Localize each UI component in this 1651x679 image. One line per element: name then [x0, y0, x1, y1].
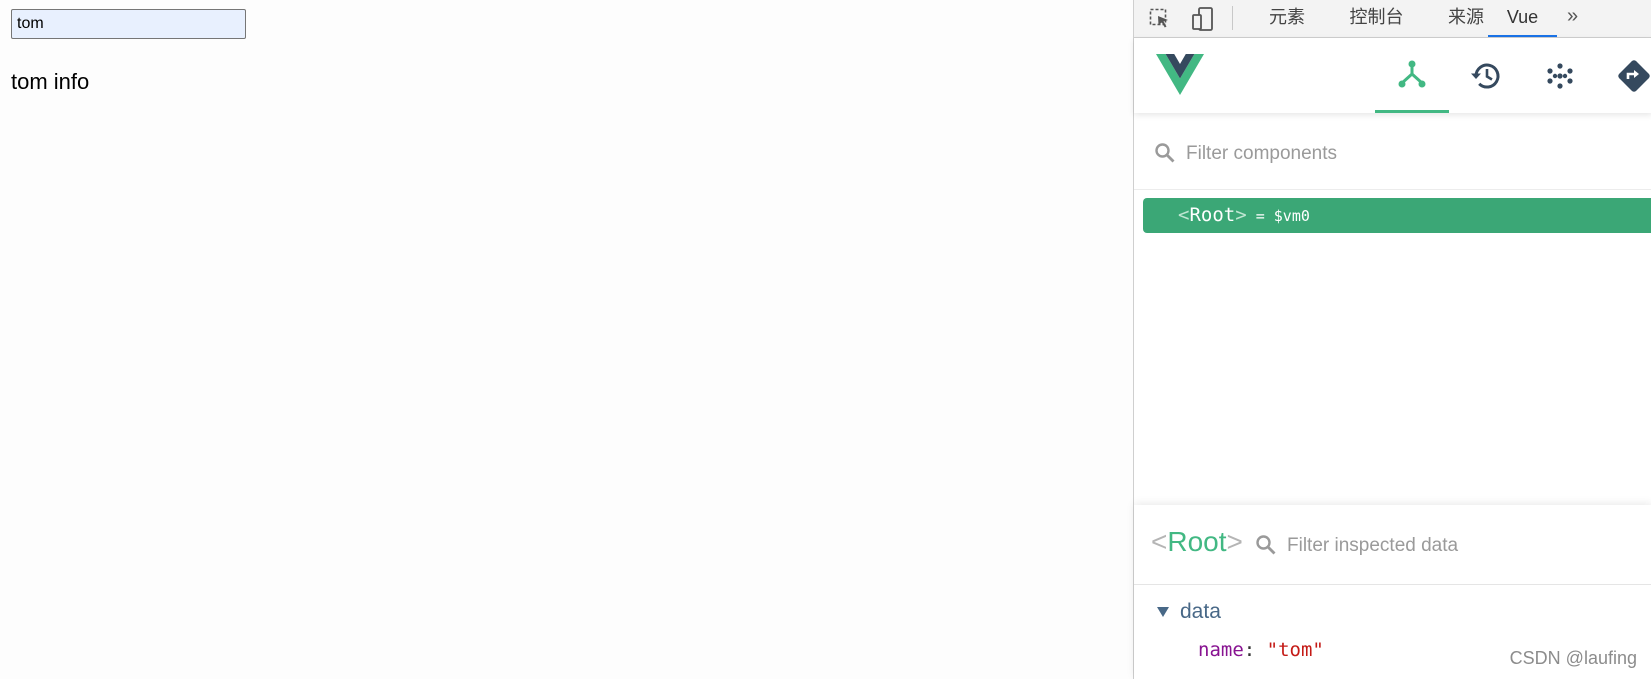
devtools-panel: 元素 控制台 来源 Vue » Filter components <Root>…: [1133, 0, 1651, 679]
component-filter-bar: [1134, 118, 1651, 190]
filter-components-input[interactable]: [1186, 138, 1626, 170]
devtools-tabbar: 元素 控制台 来源 Vue »: [1134, 0, 1651, 38]
inspector-search-icon: [1255, 534, 1277, 561]
title-bracket-close: >: [1226, 526, 1243, 557]
page-viewport: tom info: [0, 0, 1133, 679]
data-property-row[interactable]: name: "tom": [1198, 639, 1324, 661]
collapse-arrow-icon[interactable]: [1156, 606, 1170, 618]
more-tabs-icon[interactable]: »: [1567, 0, 1578, 37]
tab-elements[interactable]: 元素: [1251, 0, 1323, 37]
info-text: tom info: [11, 69, 90, 94]
inspector-title: <Root>: [1151, 526, 1243, 558]
vm-ref: = $vm0: [1255, 207, 1310, 225]
toolbar-divider: [1232, 6, 1233, 30]
search-icon: [1154, 142, 1176, 169]
property-colon: :: [1243, 639, 1256, 661]
vue-devtools-header: [1134, 38, 1651, 113]
device-toolbar-icon[interactable]: [1185, 0, 1221, 37]
tag-bracket-open: <: [1178, 204, 1190, 226]
data-section-title: data: [1180, 600, 1221, 623]
tab-vue[interactable]: Vue: [1488, 0, 1557, 37]
inspect-element-icon[interactable]: [1142, 0, 1178, 37]
filter-inspected-data-input[interactable]: [1287, 530, 1617, 562]
component-tree-root-row[interactable]: <Root> = $vm0: [1143, 198, 1651, 233]
inspector-header: <Root>: [1134, 505, 1651, 585]
vuex-icon[interactable]: [1523, 38, 1597, 113]
property-value[interactable]: "tom": [1267, 639, 1324, 661]
components-icon[interactable]: [1375, 38, 1449, 113]
tab-console[interactable]: 控制台: [1331, 0, 1422, 37]
title-bracket-open: <: [1151, 526, 1168, 557]
watermark-text: CSDN @laufing: [1509, 648, 1637, 668]
component-name: Root: [1189, 204, 1236, 226]
vue-logo-icon: [1156, 54, 1204, 101]
property-key: name: [1198, 639, 1244, 661]
history-icon[interactable]: [1449, 38, 1523, 113]
title-component-name: Root: [1167, 526, 1227, 557]
tag-bracket-close: >: [1235, 204, 1247, 226]
data-section-header[interactable]: data: [1156, 598, 1221, 626]
name-input[interactable]: [11, 9, 246, 39]
screen: tom info 元素 控制台 来源 Vue »: [0, 0, 1651, 679]
routing-icon[interactable]: [1597, 38, 1651, 113]
